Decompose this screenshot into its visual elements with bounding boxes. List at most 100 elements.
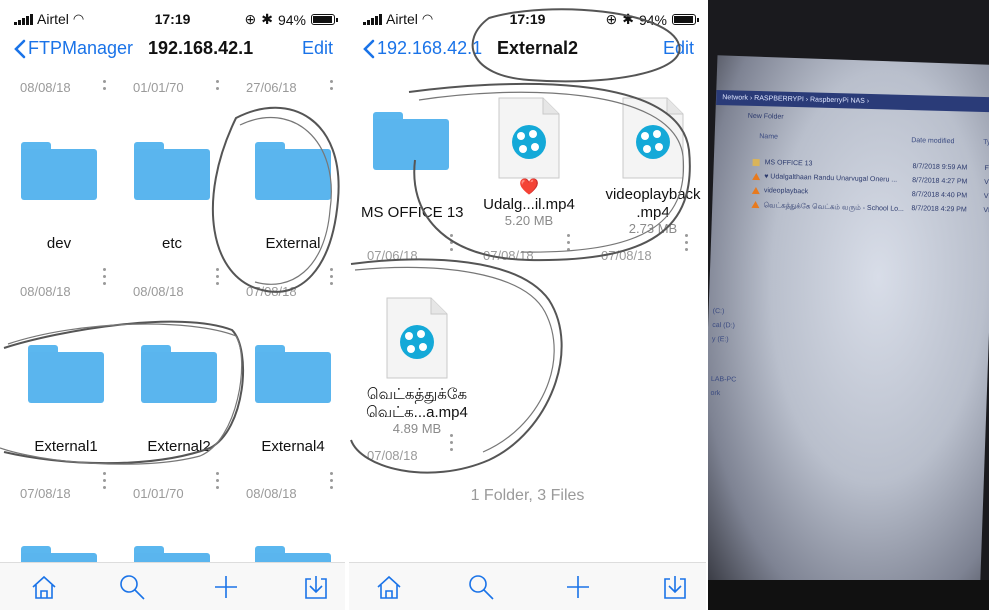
chevron-left-icon: [14, 39, 26, 58]
file-item[interactable]: வெட்கத்துக்கே வெட்க...a.mp4 4.89 MB: [361, 296, 473, 436]
search-icon[interactable]: [118, 573, 146, 601]
sidebar-item-c-drive[interactable]: (C:): [713, 308, 725, 315]
folder-icon: [28, 345, 104, 403]
folder-name: etc: [161, 235, 182, 252]
folder-name: MS OFFICE 13: [361, 204, 464, 221]
plus-icon[interactable]: [564, 573, 592, 601]
battery-icon: [672, 14, 699, 25]
folder-item[interactable]: dev: [9, 142, 109, 253]
item-date: 07/08/18: [483, 248, 534, 263]
item-date: 07/08/18: [601, 248, 652, 263]
page-title: External2: [497, 38, 579, 58]
table-row[interactable]: videoplayback 8/7/2018 4:40 PM VLC: [751, 186, 989, 200]
video-file-icon: [497, 96, 561, 180]
home-icon[interactable]: [375, 573, 403, 601]
item-date: 08/08/18: [20, 284, 71, 299]
folder-name: External4: [261, 438, 325, 455]
sidebar-item-lab-pc[interactable]: LAB-PC: [711, 376, 736, 384]
search-icon[interactable]: [467, 573, 495, 601]
table-row[interactable]: MS OFFICE 13 8/7/2018 9:59 AM File: [752, 158, 989, 172]
edit-button[interactable]: Edit: [302, 38, 333, 59]
plus-icon[interactable]: [212, 573, 240, 601]
folder-name: External1: [34, 438, 98, 455]
file-size: 5.20 MB: [504, 213, 554, 228]
back-button[interactable]: 192.168.42.1: [363, 38, 482, 59]
bottom-toolbar: [349, 562, 706, 610]
column-date-modified[interactable]: Date modified: [911, 137, 954, 145]
item-date: 08/08/18: [133, 284, 184, 299]
more-options-icon[interactable]: [216, 472, 220, 493]
breadcrumb[interactable]: Network › RASPBERRYPI › RaspberryPi NAS …: [716, 89, 989, 113]
new-folder-button[interactable]: New Folder: [748, 113, 784, 121]
more-options-icon[interactable]: [103, 268, 107, 289]
more-options-icon[interactable]: [330, 472, 334, 493]
item-date: 27/06/18: [246, 80, 297, 95]
item-date: 07/06/18: [367, 248, 418, 263]
video-file-icon: [621, 96, 685, 180]
more-options-icon[interactable]: [450, 234, 454, 255]
file-name-line1: videoplayback: [605, 186, 701, 203]
file-name-line1: வெட்கத்துக்கே: [366, 386, 468, 403]
edit-button[interactable]: Edit: [663, 38, 694, 59]
column-headers: Name Date modified Typ: [751, 133, 989, 146]
file-item[interactable]: ❤️ Udalg...il.mp4 5.20 MB: [479, 96, 579, 228]
folder-icon: [21, 142, 97, 200]
more-options-icon[interactable]: [330, 80, 334, 94]
more-options-icon[interactable]: [103, 472, 107, 493]
folder-item[interactable]: External4: [243, 345, 343, 456]
sidebar-item-d-drive[interactable]: cal (D:): [712, 322, 735, 330]
battery-percent: 94%: [277, 11, 306, 28]
more-options-icon[interactable]: [330, 268, 334, 289]
folder-icon: [134, 142, 210, 200]
heart-emoji: ❤️: [519, 179, 539, 196]
battery-icon: [311, 14, 338, 25]
folder-item[interactable]: etc: [122, 142, 222, 253]
page-title: 192.168.42.1: [148, 38, 254, 58]
column-type[interactable]: Typ: [983, 139, 989, 146]
folder-item[interactable]: External: [243, 142, 343, 253]
table-row[interactable]: வெட்கத்துக்கே வெட்கம் வரும் - School Lo.…: [751, 200, 989, 214]
chevron-left-icon: [363, 39, 375, 58]
status-bar: Airtel ◠ 17:19 ⊕ ✱ 94%: [0, 0, 345, 36]
folder-icon: [373, 112, 449, 170]
pc-explorer-photo: Network › RASPBERRYPI › RaspberryPi NAS …: [708, 0, 989, 610]
more-options-icon[interactable]: [685, 234, 689, 255]
file-name-line2: வெட்க...a.mp4: [366, 404, 468, 421]
monitor-bezel: [708, 580, 989, 610]
file-name-line2: .mp4: [636, 204, 670, 221]
item-date: 07/08/18: [246, 284, 297, 299]
home-icon[interactable]: [30, 573, 58, 601]
folder-summary: 1 Folder, 3 Files: [470, 487, 585, 504]
download-icon[interactable]: [661, 573, 689, 601]
navigation-bar: FTPManager 192.168.42.1 Edit: [0, 36, 345, 76]
folder-icon: [255, 142, 331, 200]
folder-item[interactable]: External2: [129, 345, 229, 456]
file-item[interactable]: videoplayback .mp4 2.73 MB: [597, 96, 706, 236]
item-date: 08/08/18: [20, 80, 71, 95]
sidebar-item-network[interactable]: ork: [710, 390, 720, 397]
more-options-icon[interactable]: [216, 268, 220, 289]
folder-icon: [255, 345, 331, 403]
sidebar-item-e-drive[interactable]: y (E:): [712, 336, 729, 343]
bottom-toolbar: [0, 562, 345, 610]
more-options-icon[interactable]: [216, 80, 220, 94]
item-date: 08/08/18: [246, 486, 297, 501]
folder-icon: [141, 345, 217, 403]
back-label: FTPManager: [28, 38, 134, 58]
back-button[interactable]: FTPManager: [14, 38, 133, 59]
folder-item[interactable]: MS OFFICE 13: [361, 112, 464, 222]
more-options-icon[interactable]: [450, 434, 454, 455]
back-label: 192.168.42.1: [377, 38, 483, 58]
file-size: 4.89 MB: [392, 421, 442, 436]
folder-item[interactable]: External1: [16, 345, 116, 456]
column-name[interactable]: Name: [759, 133, 778, 140]
item-date: 01/01/70: [133, 486, 184, 501]
file-size: 2.73 MB: [628, 221, 678, 236]
vlc-icon: [752, 172, 761, 181]
more-options-icon[interactable]: [103, 80, 107, 94]
table-row[interactable]: ♥ Udalgalthaan Randu Unarvugal Oneru ...…: [752, 172, 989, 186]
download-icon[interactable]: [302, 573, 330, 601]
rotation-lock-icon: ⊕: [605, 11, 618, 27]
bluetooth-icon: ✱: [622, 11, 634, 27]
more-options-icon[interactable]: [567, 234, 571, 255]
